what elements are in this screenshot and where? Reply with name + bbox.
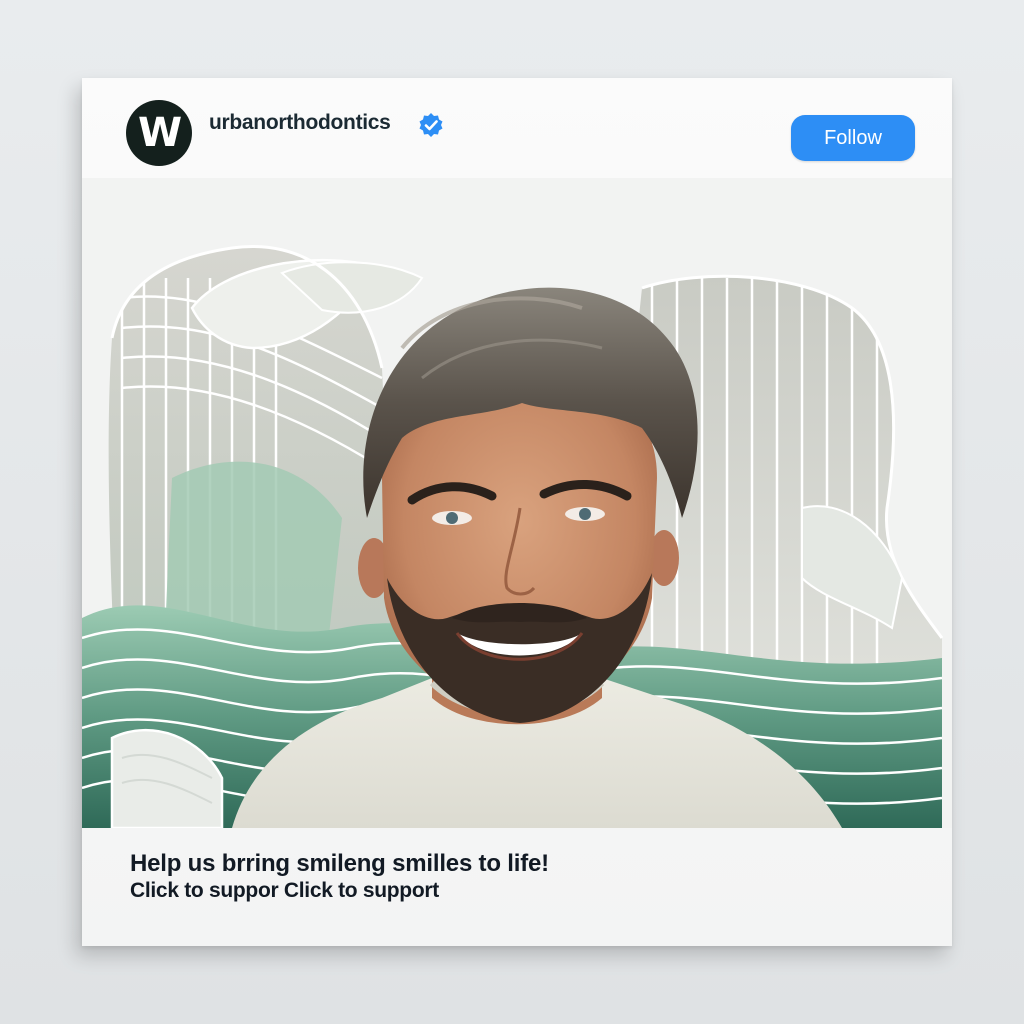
- post-caption: Help us brring smileng smilles to life! …: [130, 850, 549, 904]
- post-image[interactable]: [82, 178, 952, 828]
- verified-badge-icon: [419, 113, 443, 137]
- post-card: W urbanorthodontics Follow Help us brrin…: [82, 78, 952, 946]
- avatar-logo: W: [137, 110, 182, 156]
- post-header: W urbanorthodontics Follow: [82, 78, 952, 188]
- avatar[interactable]: W: [126, 100, 192, 166]
- follow-button[interactable]: Follow: [791, 115, 915, 161]
- username[interactable]: urbanorthodontics: [209, 111, 391, 135]
- caption-headline: Help us brring smileng smilles to life!: [130, 850, 549, 877]
- caption-cta-link[interactable]: Click to suppor Click to support: [130, 878, 549, 904]
